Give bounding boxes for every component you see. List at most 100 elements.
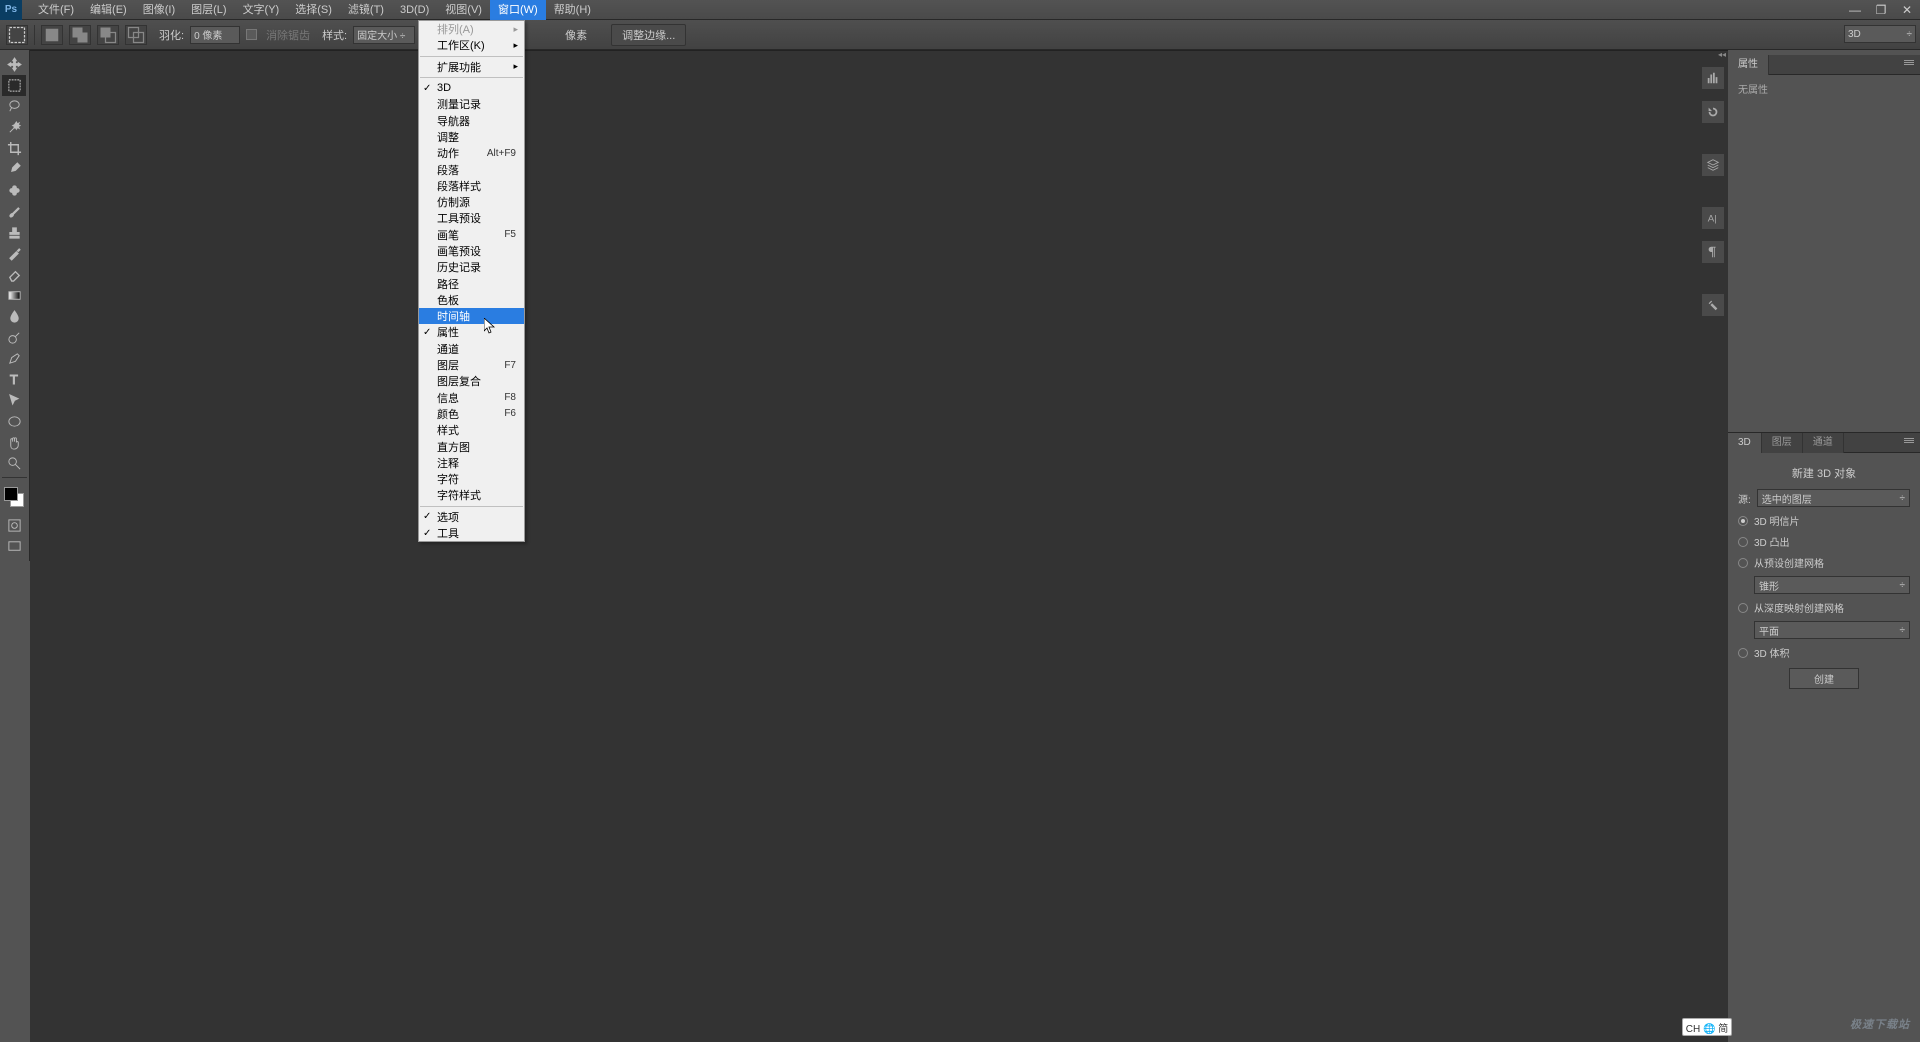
menu-item-[interactable]: 仿制源: [419, 194, 524, 210]
radio-preset[interactable]: [1738, 558, 1748, 568]
create-button[interactable]: 创建: [1789, 668, 1859, 689]
menu-window[interactable]: 窗口(W): [490, 0, 546, 20]
depth-select[interactable]: 平面÷: [1754, 621, 1910, 639]
menu-help[interactable]: 帮助(H): [546, 0, 599, 20]
pen-tool[interactable]: [2, 348, 26, 369]
ime-indicator[interactable]: CH 🌐 简: [1682, 1018, 1732, 1036]
menu-3d[interactable]: 3D(D): [392, 0, 437, 20]
shape-tool[interactable]: [2, 411, 26, 432]
menu-item-[interactable]: 样式: [419, 422, 524, 438]
menu-item-[interactable]: 直方图: [419, 438, 524, 454]
layers-tab[interactable]: 图层: [1762, 433, 1803, 453]
style-select[interactable]: 固定大小 ÷: [353, 26, 415, 44]
properties-tab[interactable]: 属性: [1728, 55, 1769, 75]
tools-preset-icon[interactable]: [1701, 293, 1725, 317]
eyedropper-tool[interactable]: [2, 159, 26, 180]
menu-edit[interactable]: 编辑(E): [82, 0, 135, 20]
menu-item-[interactable]: 工具预设: [419, 210, 524, 226]
histogram-icon[interactable]: [1701, 66, 1725, 90]
menu-item-[interactable]: 段落: [419, 161, 524, 177]
menu-item-[interactable]: 字符: [419, 471, 524, 487]
dodge-tool[interactable]: [2, 327, 26, 348]
eraser-tool[interactable]: [2, 264, 26, 285]
menu-item-[interactable]: 导航器: [419, 112, 524, 128]
source-select[interactable]: 选中的图层÷: [1757, 489, 1910, 507]
lasso-tool[interactable]: [2, 96, 26, 117]
zoom-tool[interactable]: [2, 453, 26, 474]
menu-item-[interactable]: 画笔F5: [419, 227, 524, 243]
path-select-tool[interactable]: [2, 390, 26, 411]
foreground-color[interactable]: [4, 487, 18, 501]
menu-file[interactable]: 文件(F): [30, 0, 82, 20]
character-icon[interactable]: A|: [1701, 206, 1725, 230]
crop-tool[interactable]: [2, 138, 26, 159]
3d-tab[interactable]: 3D: [1728, 433, 1762, 453]
menu-image[interactable]: 图像(I): [135, 0, 183, 20]
menu-item-[interactable]: 图层复合: [419, 373, 524, 389]
panel-menu-icon[interactable]: [1904, 435, 1918, 445]
hand-tool[interactable]: [2, 432, 26, 453]
healing-tool[interactable]: [2, 180, 26, 201]
menu-item-[interactable]: 时间轴: [419, 308, 524, 324]
collapse-panels-icon[interactable]: ◂◂: [1716, 50, 1728, 60]
menu-view[interactable]: 视图(V): [437, 0, 490, 20]
stamp-tool[interactable]: [2, 222, 26, 243]
feather-input[interactable]: 0 像素: [190, 26, 240, 44]
channels-tab[interactable]: 通道: [1803, 433, 1844, 453]
move-tool[interactable]: [2, 54, 26, 75]
workspace-mode-select[interactable]: 3D÷: [1844, 25, 1916, 43]
marquee-tool[interactable]: [2, 75, 26, 96]
menu-type[interactable]: 文字(Y): [235, 0, 288, 20]
history-icon[interactable]: [1701, 100, 1725, 124]
menu-item-[interactable]: 调整: [419, 129, 524, 145]
radio-depth[interactable]: [1738, 603, 1748, 613]
radio-postcard[interactable]: [1738, 516, 1748, 526]
refine-edge-button[interactable]: 调整边缘...: [611, 24, 686, 46]
history-brush-tool[interactable]: [2, 243, 26, 264]
quickmask-toggle[interactable]: [2, 515, 26, 536]
menu-item-[interactable]: ✓工具: [419, 525, 524, 541]
selection-add-icon[interactable]: [69, 25, 91, 45]
paragraph-icon[interactable]: [1701, 240, 1725, 264]
selection-subtract-icon[interactable]: [97, 25, 119, 45]
menu-item-[interactable]: 扩展功能: [419, 59, 524, 75]
gradient-tool[interactable]: [2, 285, 26, 306]
menu-item-[interactable]: 历史记录: [419, 259, 524, 275]
antialias-checkbox[interactable]: [246, 29, 257, 40]
menu-item-[interactable]: 注释: [419, 455, 524, 471]
menu-item-[interactable]: 段落样式: [419, 178, 524, 194]
menu-layer[interactable]: 图层(L): [183, 0, 234, 20]
radio-extrude[interactable]: [1738, 537, 1748, 547]
selection-intersect-icon[interactable]: [125, 25, 147, 45]
screenmode-toggle[interactable]: [2, 536, 26, 557]
menu-item-[interactable]: ✓选项: [419, 509, 524, 525]
minimize-button[interactable]: —: [1842, 0, 1868, 20]
type-tool[interactable]: T: [2, 369, 26, 390]
menu-item-[interactable]: 画笔预设: [419, 243, 524, 259]
color-swatches[interactable]: [2, 485, 26, 509]
blur-tool[interactable]: [2, 306, 26, 327]
close-button[interactable]: ✕: [1894, 0, 1920, 20]
menu-item-[interactable]: 路径: [419, 275, 524, 291]
selection-new-icon[interactable]: [41, 25, 63, 45]
menu-item-[interactable]: 测量记录: [419, 96, 524, 112]
marquee-tool-icon[interactable]: [6, 25, 28, 45]
preset-select[interactable]: 锥形÷: [1754, 576, 1910, 594]
menu-item-[interactable]: 动作Alt+F9: [419, 145, 524, 161]
menu-item-K[interactable]: 工作区(K): [419, 37, 524, 53]
menu-item-3D[interactable]: ✓3D: [419, 80, 524, 96]
menu-item-[interactable]: 通道: [419, 341, 524, 357]
wand-tool[interactable]: [2, 117, 26, 138]
panel-menu-icon[interactable]: [1904, 57, 1918, 67]
menu-select[interactable]: 选择(S): [287, 0, 340, 20]
brush-tool[interactable]: [2, 201, 26, 222]
menu-item-[interactable]: ✓属性: [419, 324, 524, 340]
menu-item-[interactable]: 色板: [419, 292, 524, 308]
radio-volume[interactable]: [1738, 648, 1748, 658]
menu-item-[interactable]: 信息F8: [419, 390, 524, 406]
maximize-button[interactable]: ❐: [1868, 0, 1894, 20]
menu-filter[interactable]: 滤镜(T): [340, 0, 392, 20]
menu-item-[interactable]: 颜色F6: [419, 406, 524, 422]
menu-item-[interactable]: 字符样式: [419, 487, 524, 503]
layers-icon[interactable]: [1701, 153, 1725, 177]
